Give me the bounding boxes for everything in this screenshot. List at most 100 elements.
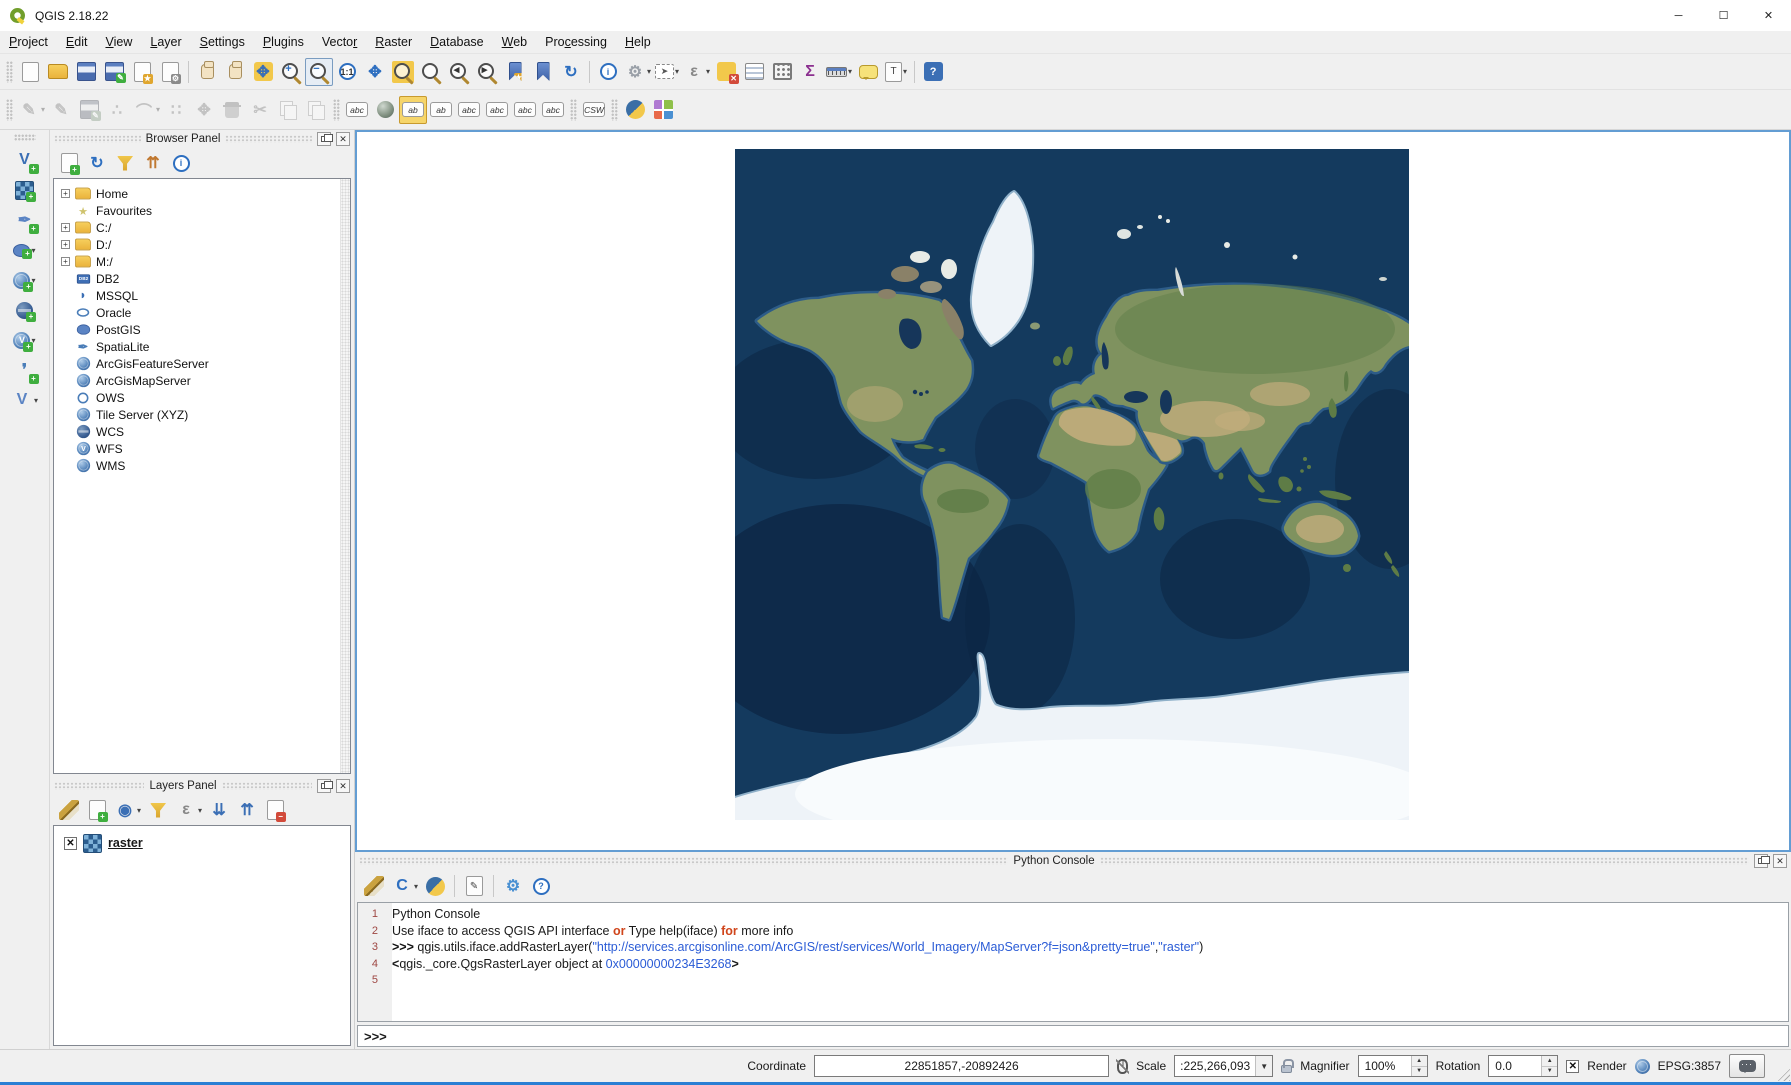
console-help-button[interactable]: ? — [528, 873, 554, 899]
new-shapefile-layer-button[interactable]: V▾ — [5, 385, 45, 415]
render-checkbox[interactable]: ✕ — [1566, 1060, 1579, 1073]
python-console-button[interactable] — [621, 96, 649, 124]
add-raster-layer-button[interactable]: + — [5, 175, 45, 205]
dropdown-arrow-icon[interactable]: ▾ — [675, 67, 679, 76]
new-bookmark-button[interactable]: ★ — [501, 58, 529, 86]
browser-item-postgis[interactable]: + PostGIS — [54, 321, 340, 338]
close-panel-button[interactable]: ✕ — [1773, 854, 1787, 868]
node-tool-button[interactable]: ∷ — [162, 96, 190, 124]
browser-item-arcgismapserver[interactable]: + ArcGisMapServer — [54, 372, 340, 389]
clear-console-button[interactable] — [361, 873, 387, 899]
move-feature-button[interactable]: ✥ — [190, 96, 218, 124]
deselect-all-button[interactable]: ✕ — [712, 58, 740, 86]
add-vector-layer-button[interactable]: V+ — [5, 145, 45, 175]
refresh-button[interactable]: ↻ — [557, 58, 585, 86]
tree-expander-icon[interactable]: + — [61, 240, 70, 249]
mouse-position-icon[interactable] — [1117, 1059, 1128, 1074]
highlight-labels-button[interactable]: ab — [399, 96, 427, 124]
lock-scale-icon[interactable] — [1281, 1065, 1292, 1073]
zoom-native-button[interactable]: 1:1 — [333, 58, 361, 86]
dropdown-arrow-icon[interactable]: ▾ — [156, 105, 160, 114]
spin-down-icon[interactable]: ▼ — [1412, 1067, 1427, 1077]
menu-item[interactable]: Project — [0, 31, 57, 53]
browser-item-oracle[interactable]: + Oracle — [54, 304, 340, 321]
refresh-browser-button[interactable]: ↻ — [84, 150, 110, 176]
labeling-options-button[interactable]: abc — [343, 96, 371, 124]
show-bookmarks-button[interactable] — [529, 58, 557, 86]
crs-globe-icon[interactable] — [1635, 1059, 1650, 1074]
menu-item[interactable]: Help — [616, 31, 660, 53]
identify-button[interactable]: i — [594, 58, 622, 86]
zoom-next-button[interactable]: ▸ — [473, 58, 501, 86]
zoom-full-button[interactable]: ✥ — [361, 58, 389, 86]
browser-item-arcgisfeatureserver[interactable]: + ArcGisFeatureServer — [54, 355, 340, 372]
collapse-all-layers-button[interactable]: ⇈ — [234, 797, 260, 823]
zoom-out-button[interactable]: − — [305, 58, 333, 86]
expand-all-button[interactable]: ⇊ — [206, 797, 232, 823]
dropdown-arrow-icon[interactable]: ▾ — [848, 67, 852, 76]
menu-item[interactable]: Web — [493, 31, 536, 53]
zoom-to-selection-button[interactable] — [389, 58, 417, 86]
manage-visibility-button[interactable]: ◉▾ — [112, 797, 143, 823]
paste-features-button[interactable] — [302, 96, 330, 124]
close-panel-button[interactable]: ✕ — [336, 779, 350, 793]
add-feature-button[interactable]: ∴ — [103, 96, 131, 124]
add-group-button[interactable]: + — [84, 797, 110, 823]
browser-properties-button[interactable]: i — [168, 150, 194, 176]
browser-item-d-drive[interactable]: + D:/ — [54, 236, 340, 253]
add-oracle-layer-button[interactable]: ❜+ — [5, 355, 45, 385]
dropdown-arrow-icon[interactable]: ▾ — [31, 246, 35, 255]
close-button[interactable]: ✕ — [1746, 0, 1791, 31]
console-input[interactable]: >>> — [357, 1025, 1789, 1047]
coordinate-input[interactable]: 22851857,-20892426 — [814, 1055, 1109, 1077]
dropdown-arrow-icon[interactable]: ▾ — [414, 882, 418, 891]
composer-manager-button[interactable]: ⚙ — [156, 58, 184, 86]
toggle-editing-button[interactable]: ✎ — [47, 96, 75, 124]
browser-item-wfs[interactable]: + V WFS — [54, 440, 340, 457]
menu-item[interactable]: Edit — [57, 31, 97, 53]
help-button[interactable]: ? — [919, 58, 947, 86]
tree-expander-icon[interactable]: + — [61, 189, 70, 198]
scale-dropdown-icon[interactable]: ▼ — [1255, 1056, 1272, 1076]
dropdown-arrow-icon[interactable]: ▾ — [41, 105, 45, 114]
add-wfs-layer-button[interactable]: V+▾ — [5, 325, 45, 355]
dropdown-arrow-icon[interactable]: ▾ — [137, 806, 141, 815]
browser-item-db2[interactable]: + DB2 DB2 — [54, 270, 340, 287]
dropdown-arrow-icon[interactable]: ▾ — [647, 67, 651, 76]
tree-expander-icon[interactable]: + — [61, 223, 70, 232]
browser-item-c-drive[interactable]: + C:/ — [54, 219, 340, 236]
map-tips-button[interactable] — [854, 58, 882, 86]
new-composer-button[interactable]: ★ — [128, 58, 156, 86]
menu-item[interactable]: View — [96, 31, 141, 53]
filter-legend-button[interactable] — [145, 797, 171, 823]
attribute-table-button[interactable] — [740, 58, 768, 86]
cut-features-button[interactable]: ✂ — [246, 96, 274, 124]
spinner-arrows[interactable]: ▲▼ — [1411, 1056, 1427, 1076]
add-selected-layers-button[interactable]: + — [56, 150, 82, 176]
measure-button[interactable]: ▾ — [824, 58, 854, 86]
browser-item-m-drive[interactable]: + M:/ — [54, 253, 340, 270]
save-edits-button[interactable]: ✎ — [75, 96, 103, 124]
field-calculator-button[interactable] — [768, 58, 796, 86]
dropdown-arrow-icon[interactable]: ▾ — [198, 806, 202, 815]
magnifier-spinner[interactable]: 100% ▲▼ — [1358, 1055, 1428, 1077]
spin-down-icon[interactable]: ▼ — [1542, 1067, 1557, 1077]
diagram-options-button[interactable] — [371, 96, 399, 124]
circular-string-button[interactable]: ⌒▾ — [131, 96, 162, 124]
pan-map-button[interactable] — [221, 58, 249, 86]
browser-item-wms[interactable]: + WMS — [54, 457, 340, 474]
save-project-button[interactable] — [72, 58, 100, 86]
collapse-all-button[interactable]: ⇈ — [140, 150, 166, 176]
menu-item[interactable]: Plugins — [254, 31, 313, 53]
save-project-as-button[interactable]: ✎ — [100, 58, 128, 86]
layer-item-raster[interactable]: ✕ raster — [54, 832, 350, 854]
float-panel-button[interactable] — [1754, 854, 1768, 868]
change-label-button[interactable]: abc — [539, 96, 567, 124]
close-panel-button[interactable]: ✕ — [336, 132, 350, 146]
text-annotation-button[interactable]: T▾ — [882, 58, 910, 86]
menu-item[interactable]: Layer — [141, 31, 190, 53]
browser-item-spatialite[interactable]: + ✒ SpatiaLite — [54, 338, 340, 355]
layer-visibility-checkbox[interactable]: ✕ — [64, 837, 77, 850]
layer-styling-button[interactable] — [56, 797, 82, 823]
add-spatialite-layer-button[interactable]: ✒+ — [5, 205, 45, 235]
